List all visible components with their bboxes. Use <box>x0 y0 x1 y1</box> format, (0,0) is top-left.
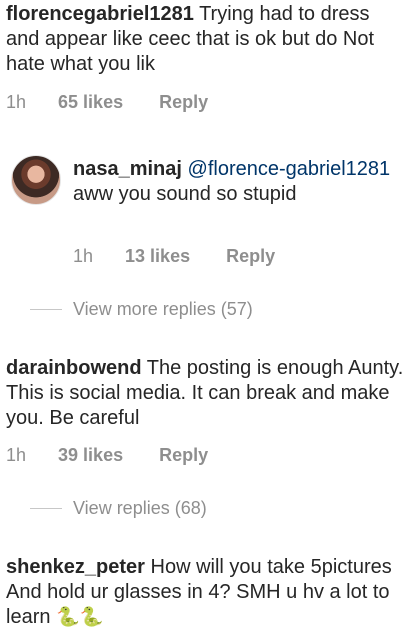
likes-button[interactable]: 39 likes <box>58 444 123 466</box>
comment-username[interactable]: florencegabriel1281 <box>6 3 194 25</box>
comment-username[interactable]: darainbowend <box>6 357 142 379</box>
comment: darainbowend The posting is enough Aunty… <box>6 356 407 431</box>
view-replies-label: View replies (68) <box>73 498 207 518</box>
reply-button[interactable]: Reply <box>226 245 275 267</box>
likes-button[interactable]: 13 likes <box>125 245 190 267</box>
comment: shenkez_peter How will you take 5picture… <box>6 555 407 630</box>
divider-line <box>30 508 62 509</box>
view-more-replies-button[interactable]: View more replies (57) <box>30 299 253 320</box>
comment-meta: 1h 39 likes Reply <box>6 444 208 466</box>
comment-body: aww you sound so stupid <box>73 183 297 205</box>
comment: florencegabriel1281 Trying had to dress … <box>6 2 407 77</box>
comment-text: nasa_minaj @florence-gabriel1281 aww you… <box>73 157 403 207</box>
comment-text: darainbowend The posting is enough Aunty… <box>6 356 407 431</box>
snake-icon: 🐍🐍 <box>56 607 104 628</box>
comment-time: 1h <box>6 92 27 112</box>
comment-username[interactable]: nasa_minaj <box>73 158 182 180</box>
reply-comment: nasa_minaj @florence-gabriel1281 aww you… <box>73 157 403 207</box>
likes-button[interactable]: 65 likes <box>58 91 123 113</box>
comment-username[interactable]: shenkez_peter <box>6 556 145 578</box>
comment-time: 1h <box>6 445 27 465</box>
view-more-replies-label: View more replies (57) <box>73 299 253 319</box>
divider-line <box>30 309 62 310</box>
mention-link[interactable]: @florence-gabriel1281 <box>188 158 391 180</box>
avatar[interactable] <box>11 155 61 205</box>
comment-time: 1h <box>73 246 94 266</box>
comment-text: florencegabriel1281 Trying had to dress … <box>6 2 407 77</box>
reply-button[interactable]: Reply <box>159 91 208 113</box>
reply-button[interactable]: Reply <box>159 444 208 466</box>
comment-meta: 1h 65 likes Reply <box>6 91 208 113</box>
view-replies-button[interactable]: View replies (68) <box>30 498 207 519</box>
comment-text: shenkez_peter How will you take 5picture… <box>6 555 407 630</box>
comment-meta: 1h 13 likes Reply <box>73 245 275 267</box>
